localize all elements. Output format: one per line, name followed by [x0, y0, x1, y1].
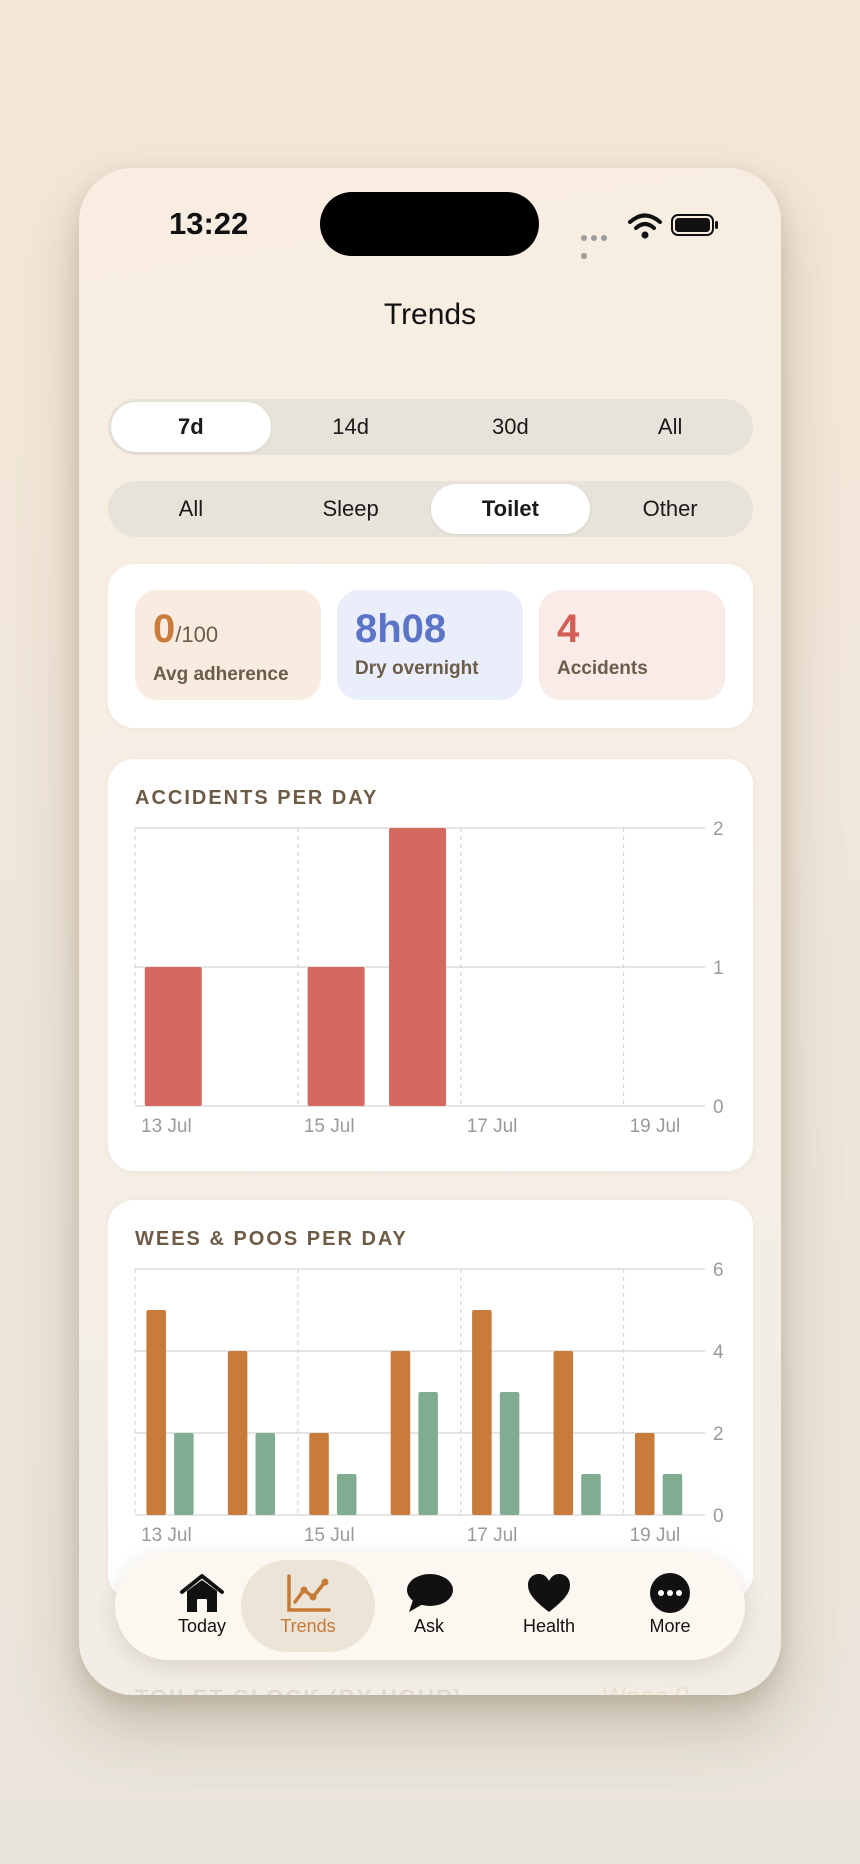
- x-tick-label: 15 Jul: [304, 1525, 355, 1546]
- stat-avg-adherence: 0/100 Avg adherence: [135, 590, 321, 700]
- more-dots-icon: [650, 1573, 690, 1613]
- wees-poos-chart: 0 2 4 6 13 Jul 15 Jul 17 Jul 19 Jul: [134, 1260, 724, 1546]
- summary-stats-card: 0/100 Avg adherence 8h08 Dry overnight 4…: [108, 564, 753, 728]
- toilet-clock-aside: Wees 0: [602, 1681, 690, 1695]
- tab-range-14d[interactable]: 14d: [271, 402, 431, 452]
- bar: [581, 1474, 601, 1515]
- category-segmented-control: All Sleep Toilet Other: [108, 481, 753, 537]
- y-tick-label: 0: [713, 1506, 724, 1527]
- tab-label: Health: [522, 1616, 576, 1636]
- wifi-icon: [628, 212, 662, 240]
- x-tick-label: 19 Jul: [630, 1116, 681, 1137]
- accidents-chart: 0 1 2 13 Jul 15 Jul 17 Jul 19 Jul: [134, 819, 724, 1137]
- x-tick-label: 13 Jul: [141, 1116, 192, 1137]
- tab-trends[interactable]: Trends: [241, 1560, 375, 1652]
- stat-label: Accidents: [557, 658, 648, 679]
- tab-more[interactable]: More: [603, 1560, 737, 1652]
- bar: [389, 828, 447, 1106]
- x-tick-label: 15 Jul: [304, 1116, 355, 1137]
- y-tick-label: 0: [713, 1097, 724, 1118]
- heart-icon: [528, 1574, 570, 1612]
- tab-category-toilet[interactable]: Toilet: [430, 484, 591, 534]
- bar: [174, 1433, 194, 1515]
- speech-bubble-icon: [407, 1574, 453, 1612]
- stat-value: 4: [557, 607, 580, 651]
- bar: [472, 1310, 492, 1515]
- stat-label: Dry overnight: [355, 658, 479, 679]
- tab-label: Trends: [280, 1616, 336, 1636]
- bar: [309, 1433, 329, 1515]
- bar: [144, 967, 202, 1106]
- bar: [634, 1433, 655, 1515]
- y-tick-label: 1: [713, 958, 724, 979]
- battery-icon: [671, 214, 719, 236]
- stat-value: 0: [153, 607, 176, 651]
- y-tick-label: 2: [713, 1424, 724, 1445]
- bar: [390, 1351, 411, 1515]
- bar: [227, 1351, 248, 1515]
- page-title: Trends: [383, 298, 477, 331]
- bar: [146, 1310, 166, 1515]
- bottom-tab-bar: Today Trends Ask Health More: [115, 1552, 745, 1660]
- stat-value: 8h08: [355, 607, 447, 651]
- tab-range-7d[interactable]: 7d: [111, 402, 271, 452]
- signal-dots-icon: [581, 228, 619, 259]
- bar: [499, 1392, 520, 1515]
- range-segmented-control: 7d 14d 30d All: [108, 399, 753, 455]
- trend-chart-icon: [287, 1574, 331, 1612]
- stat-label: Avg adherence: [153, 664, 289, 685]
- bar: [255, 1433, 276, 1515]
- tab-category-all[interactable]: All: [111, 484, 271, 534]
- phone-screen: 13:22 Trends 7d 14d 30d All All Sleep To…: [79, 168, 781, 1695]
- stat-accidents: 4 Accidents: [539, 590, 725, 700]
- tab-category-sleep[interactable]: Sleep: [271, 484, 431, 534]
- wees-poos-chart-card: WEES & POOS PER DAY 0 2 4 6 13 Jul 15 Jul 17 J…: [108, 1200, 753, 1600]
- house-icon: [180, 1574, 224, 1612]
- dynamic-island: [320, 192, 539, 256]
- y-tick-label: 6: [713, 1260, 724, 1281]
- accidents-chart-card: ACCIDENTS PER DAY 0 1 2 13 Jul 15 Jul 17 Jul 1…: [108, 759, 753, 1171]
- x-tick-label: 17 Jul: [467, 1525, 518, 1546]
- tab-category-other[interactable]: Other: [590, 484, 750, 534]
- tab-range-30d[interactable]: 30d: [431, 402, 591, 452]
- bar: [307, 967, 365, 1106]
- x-tick-label: 13 Jul: [141, 1525, 192, 1546]
- stat-dry-overnight: 8h08 Dry overnight: [337, 590, 523, 700]
- tab-health[interactable]: Health: [482, 1560, 616, 1652]
- x-tick-label: 19 Jul: [630, 1525, 681, 1546]
- tab-label: Ask: [413, 1616, 444, 1636]
- status-time: 13:22: [169, 206, 249, 241]
- bar: [336, 1474, 357, 1515]
- bar: [662, 1474, 683, 1515]
- tab-range-all[interactable]: All: [590, 402, 750, 452]
- tab-ask[interactable]: Ask: [362, 1560, 496, 1652]
- y-tick-label: 4: [713, 1342, 724, 1363]
- y-tick-label: 2: [713, 819, 724, 840]
- bar: [418, 1392, 438, 1515]
- toilet-clock-section-title: TOILET CLOCK (BY HOUR): [135, 1685, 463, 1695]
- stat-suffix: /100: [175, 622, 219, 647]
- x-tick-label: 17 Jul: [467, 1116, 518, 1137]
- tab-label: More: [649, 1616, 691, 1636]
- bar: [553, 1351, 574, 1515]
